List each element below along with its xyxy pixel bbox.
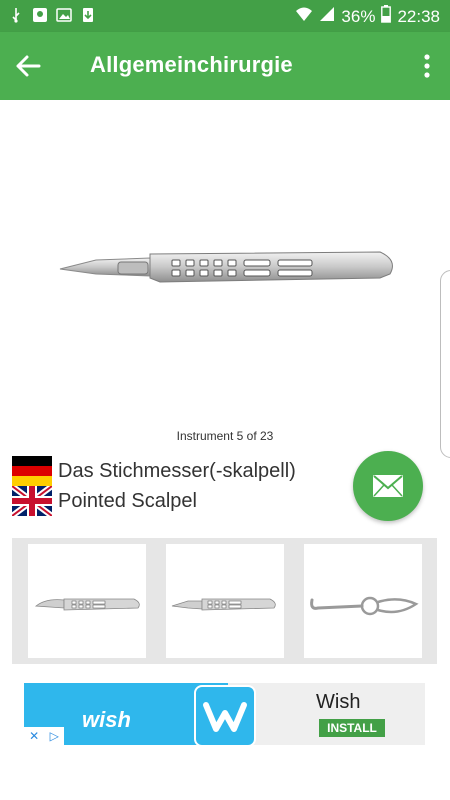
scalpel-thumbnail xyxy=(34,598,140,611)
thumbnail-strip xyxy=(12,538,437,664)
battery-percent: 36% xyxy=(341,6,376,26)
page-title: Allgemeinchirurgie xyxy=(90,52,293,77)
ad-install-button[interactable]: INSTALL xyxy=(319,719,385,737)
overflow-menu-button[interactable] xyxy=(422,52,432,80)
retractor-thumbnail xyxy=(310,596,419,616)
status-bar: 36% 22:38 xyxy=(0,0,450,32)
ad-choices-icon[interactable]: ✕ ▷ xyxy=(24,727,64,745)
scalpel-image xyxy=(59,251,393,283)
ad-brand-wordmark: wish xyxy=(82,707,131,732)
instrument-counter: Instrument 5 of 23 xyxy=(176,429,274,443)
instrument-name-english: Pointed Scalpel xyxy=(58,490,197,512)
ad-close-icon[interactable]: ✕ xyxy=(29,729,39,743)
thumbnail-item[interactable] xyxy=(28,544,146,658)
usb-icon xyxy=(8,6,24,24)
instrument-name-german: Das Stichmesser(-skalpell) xyxy=(58,460,296,482)
ad-app-name: Wish xyxy=(316,691,361,713)
wifi-icon xyxy=(295,6,313,27)
more-vert-icon xyxy=(424,54,430,78)
pointed-scalpel-thumbnail xyxy=(171,598,276,611)
signal-icon xyxy=(319,6,335,27)
mail-icon xyxy=(373,475,403,497)
email-button[interactable] xyxy=(353,451,423,521)
image-icon xyxy=(56,6,72,24)
battery-icon xyxy=(381,5,392,28)
uk-flag-icon xyxy=(12,486,52,516)
wish-logo-icon[interactable] xyxy=(194,685,256,747)
system-status: 36% 22:38 xyxy=(295,5,440,28)
app-bar: Allgemeinchirurgie xyxy=(0,32,450,100)
instrument-image xyxy=(0,100,450,458)
german-flag-icon xyxy=(12,456,52,486)
thumbnail-item[interactable] xyxy=(166,544,284,658)
app-notification-icon xyxy=(32,6,48,24)
clock: 22:38 xyxy=(397,6,440,26)
ad-banner[interactable]: wish Wish INSTALL ✕ ▷ xyxy=(24,683,425,747)
notification-icons xyxy=(8,6,96,24)
back-button[interactable] xyxy=(14,52,44,80)
download-icon xyxy=(80,6,96,24)
adchoices-icon[interactable]: ▷ xyxy=(50,729,59,743)
thumbnail-item[interactable] xyxy=(304,544,422,658)
arrow-left-icon xyxy=(16,55,41,77)
